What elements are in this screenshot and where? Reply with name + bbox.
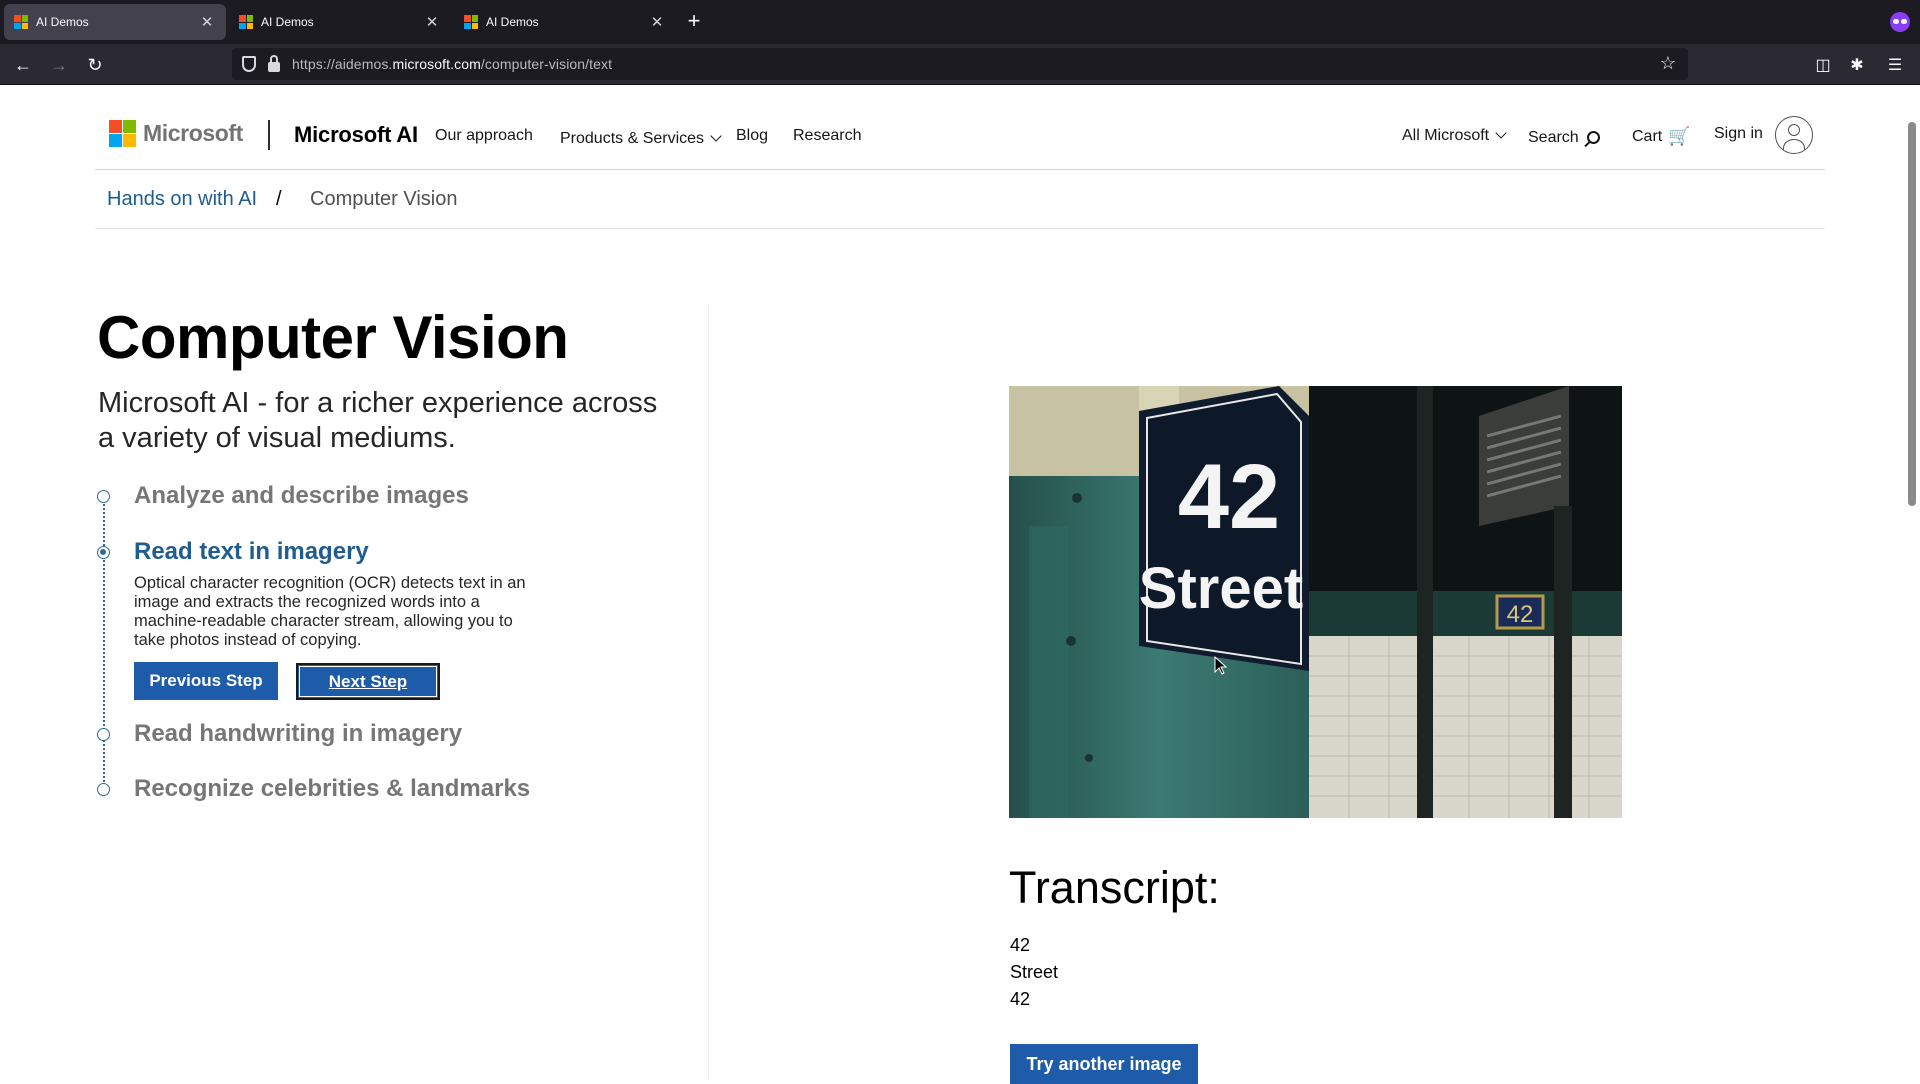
nav-our-approach[interactable]: Our approach	[435, 127, 533, 145]
microsoft-favicon-icon	[464, 15, 478, 29]
microsoft-squares-icon	[109, 120, 136, 147]
transcript-line: Street	[1010, 962, 1059, 982]
close-tab-icon[interactable]: ✕	[648, 13, 666, 31]
microsoft-favicon-icon	[239, 15, 253, 29]
transcript-lines: 42 Street 42	[1010, 932, 1058, 1013]
page-title: Computer Vision	[97, 304, 569, 371]
mosaic-number: 42	[1507, 601, 1534, 628]
address-bar[interactable]: https://aidemos.microsoft.com/computer-v…	[232, 48, 1688, 80]
step-label: Read text in imagery	[134, 538, 369, 565]
step-radio-icon	[97, 490, 110, 503]
transcript-line: 42	[1010, 935, 1031, 955]
forward-arrow-icon[interactable]: →	[46, 52, 72, 78]
step-radio-icon	[97, 783, 110, 796]
page-scrollbar[interactable]	[1908, 122, 1916, 506]
sign-in-link[interactable]: Sign in	[1714, 125, 1763, 143]
breadcrumb-hands-on-link[interactable]: Hands on with AI	[107, 188, 257, 211]
url-text: https://aidemos.microsoft.com/computer-v…	[292, 56, 613, 72]
microsoft-logo[interactable]: Microsoft	[109, 120, 243, 147]
close-tab-icon[interactable]: ✕	[198, 13, 216, 31]
microsoft-favicon-icon	[14, 15, 28, 29]
transcript-title: Transcript:	[1009, 862, 1220, 913]
cart-icon: 🛒	[1668, 126, 1691, 146]
next-step-button[interactable]: Next Step	[296, 663, 440, 700]
mouse-cursor-icon	[1214, 656, 1228, 675]
chevron-down-icon	[1495, 127, 1507, 139]
browser-nav-bar: ← → ↻ https://aidemos.microsoft.com/comp…	[0, 44, 1920, 85]
private-mask-icon[interactable]	[1890, 12, 1910, 32]
hamburger-menu-icon[interactable]: ☰	[1882, 52, 1908, 78]
all-microsoft-menu[interactable]: All Microsoft	[1402, 127, 1507, 145]
browser-tab[interactable]: AI Demos ✕	[454, 4, 676, 40]
lock-icon[interactable]	[268, 55, 280, 72]
street-sign-photo: 42 42 Street	[1009, 386, 1622, 818]
close-tab-icon[interactable]: ✕	[423, 13, 441, 31]
user-avatar-icon[interactable]	[1775, 116, 1813, 154]
subway-sign-illustration: 42 42 Street	[1009, 386, 1622, 818]
browser-tab[interactable]: AI Demos ✕	[4, 4, 226, 40]
new-tab-button[interactable]: +	[682, 10, 706, 34]
transcript-line: 42	[1010, 989, 1031, 1009]
bookmark-star-icon[interactable]: ☆	[1660, 53, 1676, 74]
tab-title: AI Demos	[36, 15, 89, 29]
microsoft-wordmark: Microsoft	[143, 120, 243, 146]
brand-microsoft-ai[interactable]: Microsoft AI	[294, 122, 418, 148]
back-arrow-icon[interactable]: ←	[10, 52, 36, 78]
breadcrumb-current: Computer Vision	[310, 188, 458, 210]
try-another-image-button[interactable]: Try another image	[1010, 1044, 1198, 1084]
step-label: Analyze and describe images	[134, 482, 469, 509]
step-description: Optical character recognition (OCR) dete…	[134, 574, 526, 649]
browser-tab[interactable]: AI Demos ✕	[229, 4, 451, 40]
search-button[interactable]: Search	[1528, 129, 1600, 147]
breadcrumb: Hands on with AI / Computer Vision	[95, 170, 1825, 229]
step-label: Recognize celebrities & landmarks	[134, 775, 531, 802]
step-radio-icon	[97, 728, 110, 741]
column-divider	[708, 305, 709, 1080]
steps-connector	[103, 493, 105, 785]
site-header: Microsoft Microsoft AI Our approach Prod…	[95, 108, 1825, 170]
header-divider	[268, 120, 270, 150]
previous-step-button[interactable]: Previous Step	[134, 662, 278, 700]
nav-research[interactable]: Research	[793, 127, 861, 145]
pocket-icon[interactable]: ◫	[1810, 52, 1836, 78]
cart-button[interactable]: Cart 🛒	[1632, 125, 1691, 146]
breadcrumb-separator: /	[276, 188, 282, 210]
browser-tab-bar: AI Demos ✕ AI Demos ✕ AI Demos ✕ +	[0, 0, 1920, 44]
sign-number: 42	[1178, 446, 1280, 548]
extension-icon[interactable]: ✱	[1844, 52, 1870, 78]
nav-blog[interactable]: Blog	[736, 127, 768, 145]
reload-icon[interactable]: ↻	[82, 52, 108, 78]
step-label: Read handwriting in imagery	[134, 720, 463, 747]
tracking-shield-icon[interactable]	[242, 56, 256, 72]
nav-products-services[interactable]: Products & Services	[560, 130, 722, 148]
sign-word: Street	[1139, 556, 1303, 621]
tab-title: AI Demos	[261, 15, 314, 29]
search-icon	[1586, 131, 1600, 144]
page-subtitle: Microsoft AI - for a richer experience a…	[98, 387, 658, 454]
step-radio-selected-icon	[97, 546, 110, 559]
chevron-down-icon	[710, 130, 722, 142]
tab-title: AI Demos	[486, 15, 539, 29]
